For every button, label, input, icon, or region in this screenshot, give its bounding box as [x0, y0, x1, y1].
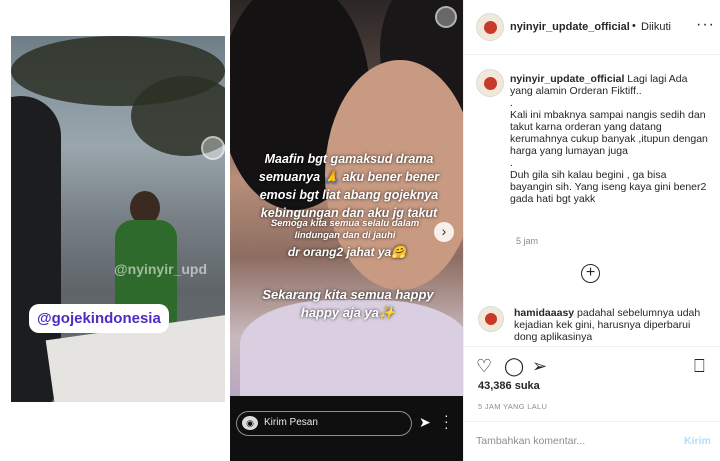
post-header: nyinyir_update_official • Diikuti ···: [464, 0, 720, 55]
commenter-username[interactable]: hamidaaasy: [514, 307, 574, 319]
story-screenshot-right: Maafin bgt gamaksud drama semuanya 🙏 aku…: [230, 0, 463, 461]
share-icon[interactable]: ➢: [532, 356, 547, 377]
story-text-apology: Maafin bgt gamaksud drama semuanya 🙏 aku…: [258, 152, 440, 220]
action-bar: ♡ ◯ ➢ ⎕: [464, 346, 720, 406]
camera-icon: ◉: [242, 416, 258, 430]
story-screenshot-left: @nyinyir_upd @gojekindonesia: [11, 36, 225, 402]
comment: hamidaaasy padahal sebelumnya udah kejad…: [514, 307, 714, 345]
comment-icon[interactable]: ◯: [504, 356, 524, 377]
follow-status-button[interactable]: Diikuti: [641, 21, 671, 33]
caption-username[interactable]: nyinyir_update_official: [510, 73, 624, 85]
caption-line: Kali ini mbaknya sampai nangis sedih dan…: [510, 109, 708, 157]
save-icon[interactable]: ⎕: [694, 356, 705, 377]
caption-timestamp[interactable]: 5 jam: [516, 236, 538, 246]
load-more-comments-icon[interactable]: +: [581, 264, 600, 283]
post-sidebar: nyinyir_update_official • Diikuti ··· ny…: [463, 0, 720, 461]
separator-dot: •: [632, 20, 636, 32]
like-count[interactable]: 43,386 suka: [478, 380, 540, 392]
camera-shutter-icon: [201, 136, 225, 160]
watermark-text: @nyinyir_upd: [114, 261, 207, 277]
caption-line: .: [510, 97, 513, 109]
add-comment-bar: Tambahkan komentar... Kirim: [464, 421, 720, 461]
instagram-post-page: @nyinyir_upd @gojekindonesia Maafin bgt …: [0, 0, 720, 461]
story-text-prayer: Semoga kita semua selalu dalam lindungan…: [270, 218, 420, 241]
author-username[interactable]: nyinyir_update_official: [510, 21, 630, 33]
story-text-happy: Sekarang kita semua happy happy aja ya✨: [262, 287, 434, 320]
post-media[interactable]: @nyinyir_upd @gojekindonesia Maafin bgt …: [0, 0, 463, 461]
story-reply-field: [236, 411, 412, 436]
mention-tag: @gojekindonesia: [29, 304, 169, 333]
post-comment-button[interactable]: Kirim: [684, 435, 711, 447]
post-date[interactable]: 5 JAM YANG LALU: [478, 402, 547, 411]
send-icon: ➤: [419, 414, 431, 430]
comment-input[interactable]: Tambahkan komentar...: [476, 435, 585, 447]
more-options-icon[interactable]: ···: [696, 16, 715, 34]
story-reply-placeholder: Kirim Pesan: [264, 417, 318, 428]
caption-line: Duh gila sih kalau begini , ga bisa baya…: [510, 169, 707, 205]
caption-avatar[interactable]: [476, 69, 504, 97]
avatar[interactable]: [476, 13, 504, 41]
caption-line: .: [510, 157, 513, 169]
next-slide-icon[interactable]: ›: [434, 222, 454, 242]
more-vertical-icon: · · ·: [444, 407, 449, 435]
camera-shutter-icon: [435, 6, 457, 28]
post-caption: nyinyir_update_official Lagi lagi Ada ya…: [510, 73, 710, 205]
story-text-prayer-end: dr orang2 jahat ya🤗: [287, 245, 407, 259]
commenter-avatar[interactable]: [478, 306, 504, 332]
like-icon[interactable]: ♡: [476, 356, 492, 377]
